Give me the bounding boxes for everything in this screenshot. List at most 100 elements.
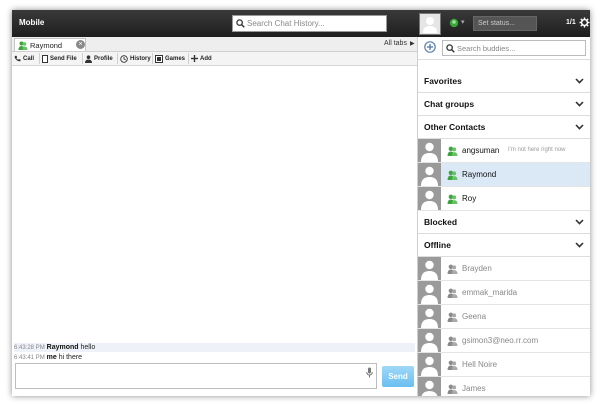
group-label: Chat groups [424,99,475,109]
group-offline[interactable]: Offline [418,234,590,257]
contact-raymond[interactable]: Raymond [418,163,590,187]
buddy-online-icon [447,170,458,182]
buddy-online-icon [447,194,458,206]
message-time: 6:43:41 PM [14,355,45,361]
add-buddy-icon[interactable] [424,41,436,55]
chevron-down-icon[interactable] [575,77,584,86]
message-text: hello [80,344,96,351]
avatar [418,353,441,376]
contact-name: Raymond [462,170,497,179]
plus-icon [191,55,198,62]
message-input[interactable] [15,363,377,389]
contact-name: James [462,384,486,393]
call-label: Call [23,55,35,62]
contact-name: Roy [462,194,477,203]
buddy-online-icon [447,146,458,158]
contact-geena[interactable]: Geena [418,305,590,329]
toolbar-divider [39,53,40,64]
tab-raymond[interactable]: Raymond × [14,38,86,51]
chevron-down-icon[interactable] [575,241,584,250]
buddy-offline-icon [447,264,458,276]
contact-james[interactable]: James [418,377,590,396]
buddy-offline-icon [447,384,458,396]
message-row: 6:43:28 PM Raymond hello [14,343,415,352]
top-bar: Mobile ▾ 1/1 [12,10,590,37]
chevron-down-icon[interactable] [575,123,584,132]
history-button[interactable]: History [120,52,151,65]
search-icon [446,44,455,55]
file-icon [42,54,48,63]
history-label: History [130,55,151,62]
contact-angsuman[interactable]: angsuman I'm not here right now [418,139,590,163]
set-status-input[interactable] [473,16,537,31]
contact-name: Hell Noire [462,360,498,369]
history-search-input[interactable] [247,16,385,31]
tab-label: Raymond [30,41,63,50]
add-label: Add [200,55,212,62]
avatar [418,187,441,210]
chevron-down-icon[interactable] [575,100,584,109]
avatar [418,305,441,328]
chevron-right-icon[interactable]: ▶ [410,40,415,47]
contact-name: Brayden [462,264,492,273]
app-title: Mobile [19,18,45,27]
toolbar-divider [188,53,189,64]
contact-status-message: I'm not here right now [508,147,566,153]
toolbar-divider [117,53,118,64]
games-icon [155,54,163,63]
microphone-icon[interactable] [366,367,373,380]
chat-log [12,66,417,344]
send-button[interactable]: Send [382,366,414,387]
status-dropdown-icon[interactable]: ▾ [461,18,465,26]
buddy-offline-icon [447,336,458,348]
buddy-list-pane: Favorites Chat groups Other Contacts ang… [418,37,590,396]
buddy-search-box[interactable] [442,40,586,56]
close-icon[interactable]: × [76,40,85,49]
contact-emmak-marida[interactable]: emmak_marida [418,281,590,305]
message-sender: me [46,354,57,361]
profile-label: Profile [94,55,113,62]
games-label: Games [165,55,186,62]
contact-name: angsuman [462,146,500,155]
search-icon [236,19,245,30]
contact-name: emmak_marida [462,288,518,297]
phone-icon [14,55,21,62]
chat-window: Mobile ▾ 1/1 Raymond × All tabs ▶ [12,10,590,396]
all-tabs-button[interactable]: All tabs [384,40,407,47]
clock-icon [120,54,128,63]
buddy-search-input[interactable] [457,41,583,55]
chevron-down-icon[interactable] [575,218,584,227]
message-time: 6:43:28 PM [14,345,45,351]
gear-icon[interactable] [579,17,590,30]
group-label: Blocked [424,217,458,227]
contact-gsimon3[interactable]: gsimon3@neo.rr.com [418,329,590,353]
message-row: 6:43:41 PM me hi there [14,353,82,363]
avatar [418,329,441,352]
call-button[interactable]: Call [14,52,34,65]
contact-brayden[interactable]: Brayden [418,257,590,281]
group-label: Other Contacts [424,122,486,132]
group-favorites[interactable]: Favorites [418,70,590,93]
group-chat-groups[interactable]: Chat groups [418,93,590,116]
add-button[interactable]: Add [191,52,212,65]
tab-bar: Raymond × All tabs ▶ [12,37,417,52]
games-button[interactable]: Games [155,52,185,65]
send-file-label: Send File [50,55,77,62]
my-avatar[interactable] [419,13,441,35]
toolbar-divider [152,53,153,64]
group-other-contacts[interactable]: Other Contacts [418,116,590,139]
page-count: 1/1 [566,19,576,26]
contact-hell-noire[interactable]: Hell Noire [418,353,590,377]
toolbar-divider [82,53,83,64]
buddy-online-icon [18,41,28,52]
avatar [418,377,441,396]
group-blocked[interactable]: Blocked [418,211,590,234]
avatar [418,281,441,304]
send-file-button[interactable]: Send File [42,52,77,65]
profile-button[interactable]: Profile [85,52,113,65]
contact-name: Geena [462,312,487,321]
chat-toolbar: Call Send File Profile History Games Add [12,52,417,66]
history-search-box[interactable] [232,15,387,32]
online-status-icon[interactable] [449,18,459,30]
contact-roy[interactable]: Roy [418,187,590,211]
